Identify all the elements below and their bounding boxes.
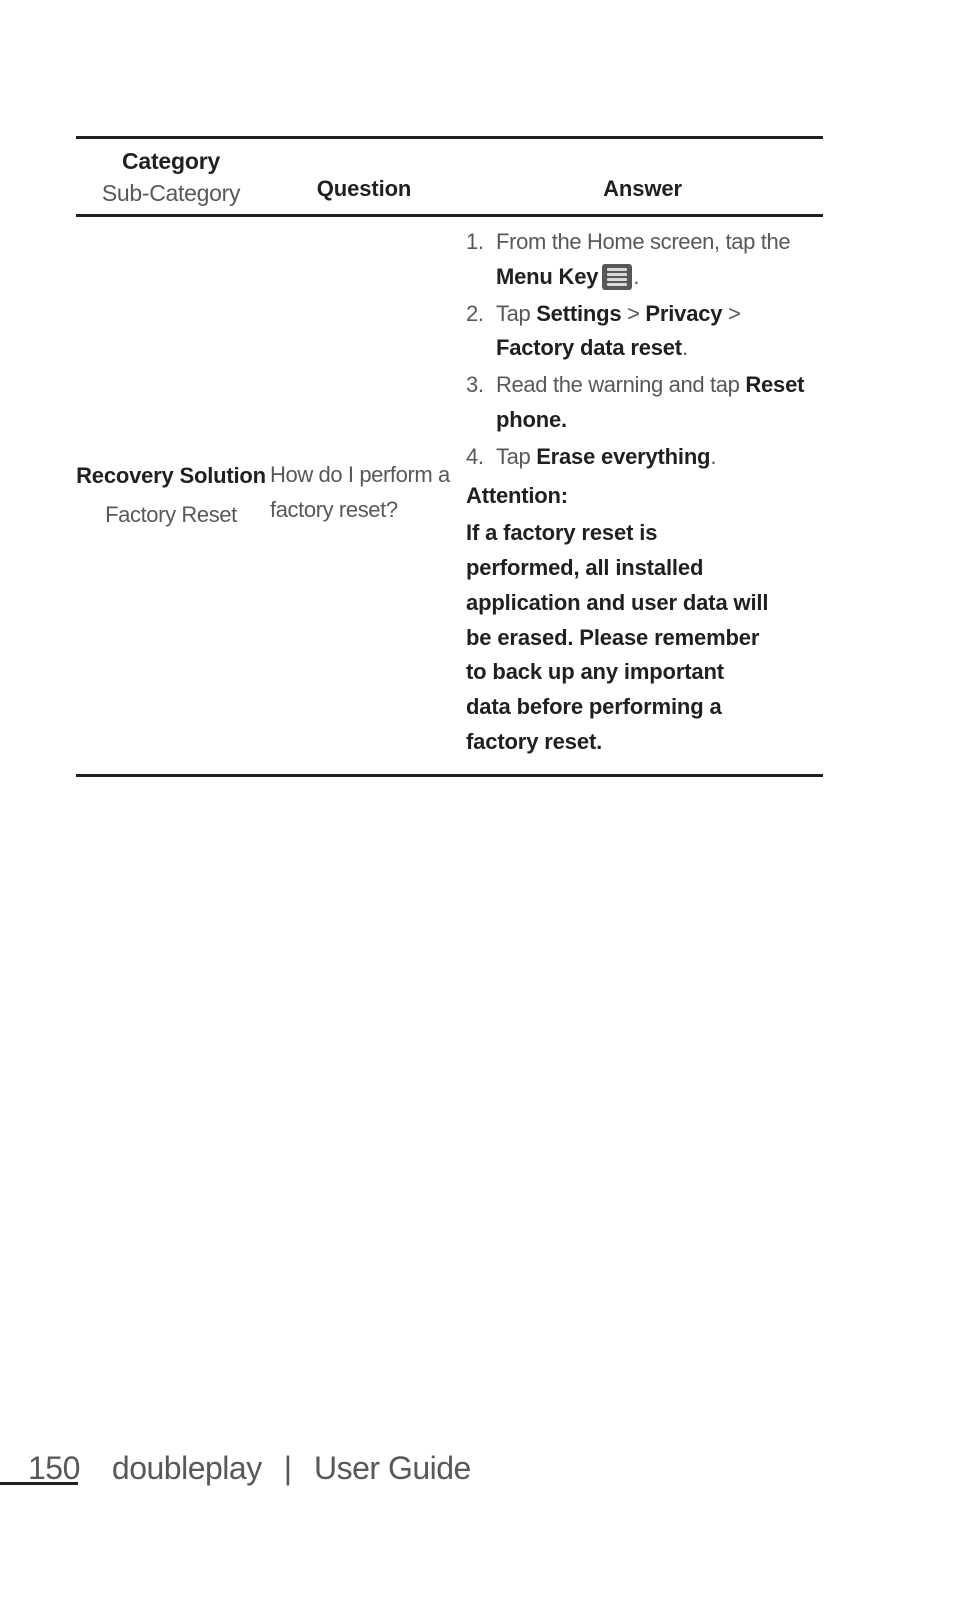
answer-step-number: 4. [466, 443, 484, 469]
table-header-category-cell: Category Sub-Category [76, 150, 266, 205]
answer-step-emphasis: Privacy [645, 300, 723, 326]
column-header-category: Category [121, 148, 221, 174]
row-category-cell: Recovery Solution Factory Reset [76, 453, 266, 532]
answer-step-number: 2. [466, 300, 484, 326]
table-header-question-cell: Question [266, 150, 462, 205]
answer-step-number: 3. [466, 372, 484, 397]
answer-step-number: 1. [466, 229, 484, 254]
footer-page-number: 150 [28, 1450, 80, 1486]
column-header-sub-category: Sub-Category [101, 180, 241, 206]
attention-heading: Attention: [466, 483, 568, 509]
answer-step-text: . [681, 335, 688, 361]
row-category-name: Recovery Solution [76, 462, 266, 488]
row-sub-category-name: Factory Reset [105, 501, 237, 527]
column-header-question: Question [316, 176, 412, 201]
footer-separator: | [283, 1450, 292, 1486]
column-header-answer: Answer [603, 176, 682, 201]
answer-step-emphasis: Factory data reset [496, 335, 682, 361]
answer-step-text: Tap [496, 300, 537, 326]
table-row: Recovery Solution Factory Reset How do I… [76, 217, 823, 777]
answer-step-text: . [633, 263, 640, 289]
answer-step-text: From the Home screen, tap the [496, 229, 791, 254]
answer-step-emphasis: Settings [536, 300, 622, 326]
table-header-answer-cell: Answer [462, 150, 823, 205]
answer-step: 3. Read the warning and tap Reset phone. [466, 368, 823, 438]
answer-step-text: . [710, 443, 717, 469]
page-footer: 150 doubleplay | User Guide [28, 1450, 471, 1487]
answer-step: 1. From the Home screen, tap the Menu Key… [466, 225, 823, 295]
row-question-text: How do I perform a factory reset? [270, 461, 450, 523]
answer-step-text: > [722, 300, 741, 326]
answer-step: 2. Tap Settings > Privacy > Factory data … [466, 297, 823, 367]
category-header-stack: Category Sub-Category [76, 150, 266, 205]
row-answer-cell: 1. From the Home screen, tap the Menu Key… [462, 225, 823, 760]
faq-table: Category Sub-Category Question Answer Re… [76, 136, 823, 777]
row-question-cell: How do I perform a factory reset? [266, 457, 462, 528]
footer-product-name: doubleplay [111, 1450, 262, 1486]
answer-step: 4. Tap Erase everything. [466, 440, 823, 475]
answer-step-text: Tap [496, 443, 537, 469]
answer-step-text: Read the warning and tap [496, 372, 746, 397]
footer-document-name: User Guide [314, 1450, 471, 1486]
answer-step-emphasis: Menu Key [496, 263, 599, 289]
menu-key-icon [602, 263, 633, 290]
answer-step-text: > [621, 300, 646, 326]
table-header-row: Category Sub-Category Question Answer [76, 139, 823, 217]
answer-step-list: 1. From the Home screen, tap the Menu Key… [466, 225, 823, 474]
answer-step-emphasis: Erase everything [536, 443, 711, 469]
attention-body: If a factory reset is performed, all ins… [466, 520, 769, 754]
